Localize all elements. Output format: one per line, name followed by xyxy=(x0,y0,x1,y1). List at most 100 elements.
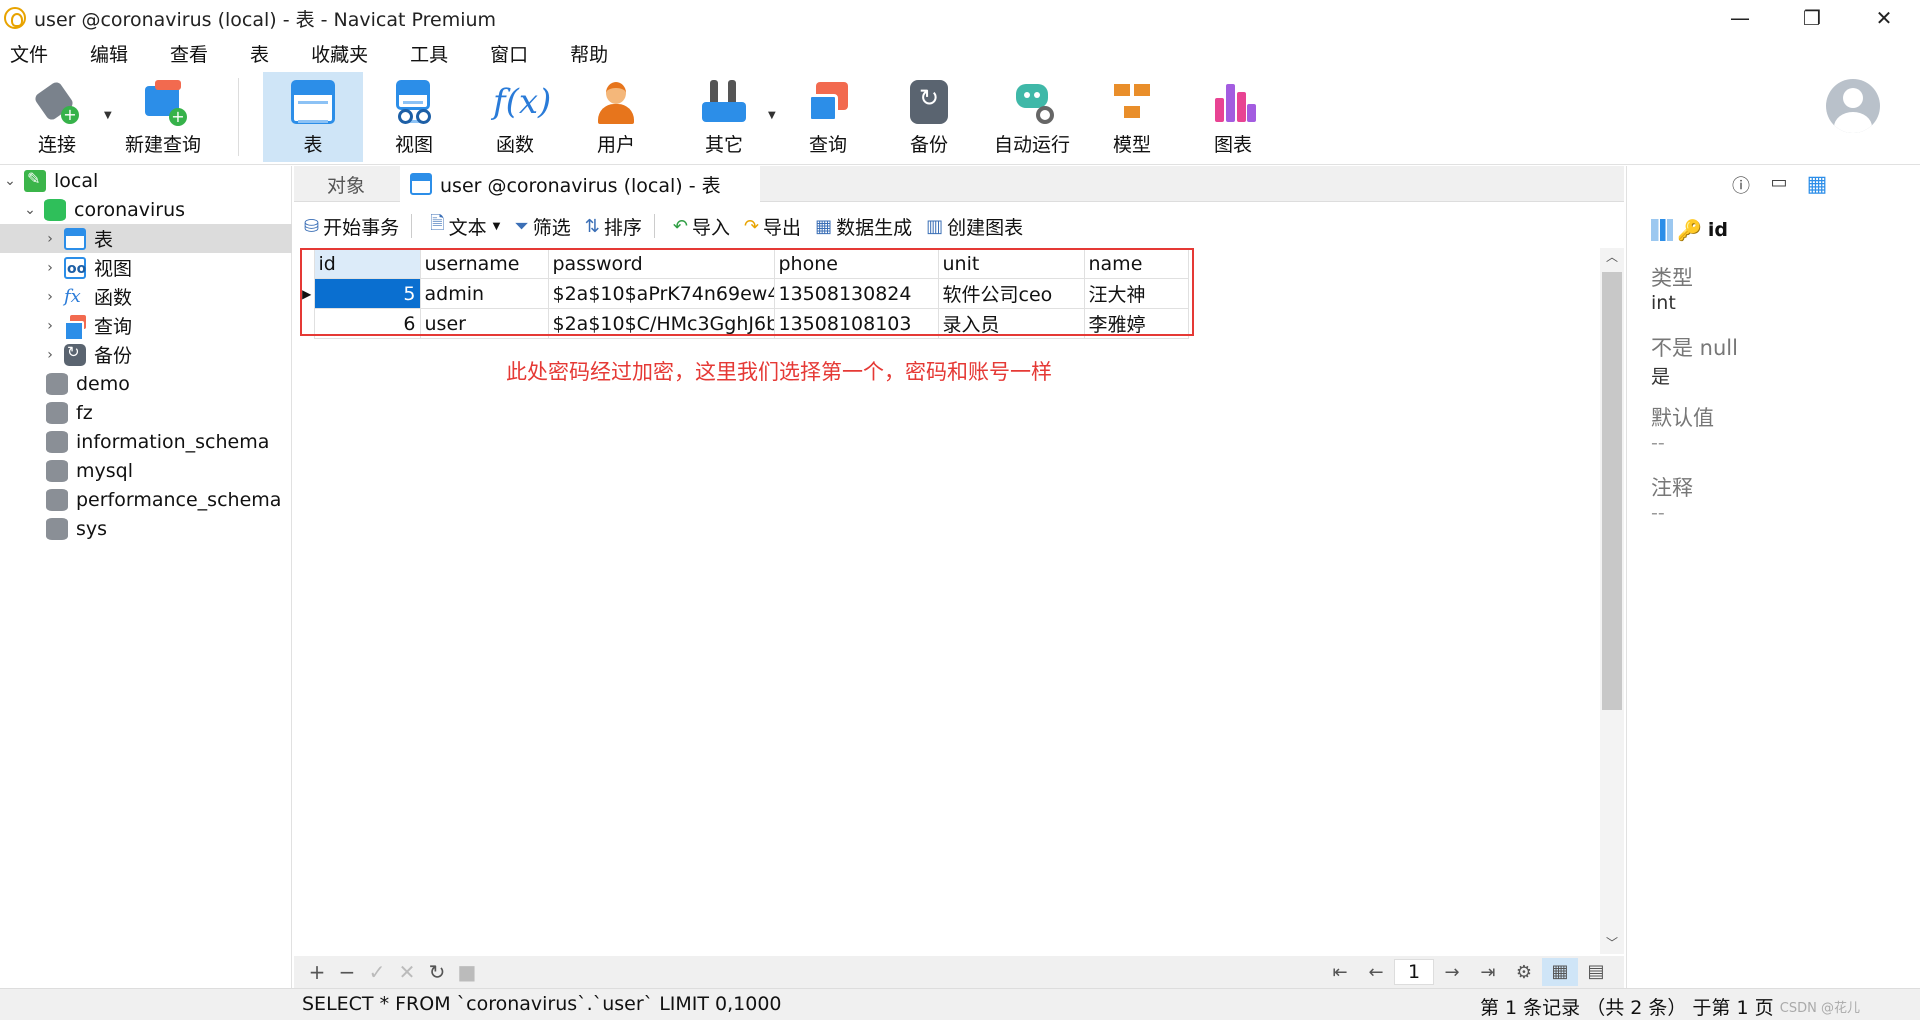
chevron-right-icon[interactable]: › xyxy=(42,231,58,247)
menu-favorites[interactable]: 收藏夹 xyxy=(301,40,368,67)
cell-password[interactable]: $2a$10$aPrK74n69ew4Sj xyxy=(547,278,775,309)
tree-connection-local[interactable]: ⌄ local xyxy=(0,166,292,195)
connect-button[interactable]: + 连接 ▼ xyxy=(14,72,112,162)
ddl-icon[interactable]: ▭ xyxy=(1765,172,1793,198)
cell-name[interactable]: 汪大神 xyxy=(1083,278,1189,309)
form-view-icon[interactable]: ▤ xyxy=(1578,958,1614,986)
page-number-field[interactable]: 1 xyxy=(1394,959,1434,985)
grid-view-icon[interactable]: ▦ xyxy=(1542,958,1578,986)
table-button[interactable]: 表 xyxy=(263,72,363,162)
backup-button[interactable]: 备份 xyxy=(889,72,969,162)
filter-button[interactable]: ⏷ 筛选 xyxy=(514,213,570,240)
cell-username[interactable]: user xyxy=(419,308,549,339)
menu-help[interactable]: 帮助 xyxy=(560,40,608,67)
tree-db-fz[interactable]: fz xyxy=(0,398,292,427)
column-header-phone[interactable]: phone xyxy=(773,248,939,279)
stop-button[interactable]: ■ xyxy=(452,960,482,984)
tree-item-views[interactable]: › 视图 xyxy=(0,253,292,282)
cell-phone[interactable]: 13508108103 xyxy=(773,308,939,339)
user-button[interactable]: 用户 xyxy=(576,72,656,162)
menu-table[interactable]: 表 xyxy=(240,40,269,67)
column-header-name[interactable]: name xyxy=(1083,248,1189,279)
other-dropdown-icon[interactable]: ▼ xyxy=(768,110,776,121)
tree-item-queries[interactable]: › 查询 xyxy=(0,311,292,341)
next-page-icon[interactable]: → xyxy=(1434,962,1470,983)
model-label: 模型 xyxy=(1112,134,1151,156)
user-avatar-icon[interactable] xyxy=(1826,79,1880,133)
last-page-icon[interactable]: ⇥ xyxy=(1470,962,1506,983)
cell-password[interactable]: $2a$10$C/HMc3GghJ6bC xyxy=(547,308,775,339)
minimize-button[interactable]: — xyxy=(1704,0,1776,36)
settings-gear-icon[interactable]: ⚙ xyxy=(1506,962,1542,983)
field-grid-icon[interactable]: ▦ xyxy=(1803,172,1831,198)
menu-view[interactable]: 查看 xyxy=(160,40,208,67)
text-button[interactable]: 🗎 文本 ▼ xyxy=(430,211,500,241)
tree-item-tables[interactable]: › 表 xyxy=(0,224,292,253)
other-button[interactable]: 其它 ▼ xyxy=(684,72,776,162)
chart-button[interactable]: 图表 xyxy=(1193,72,1273,162)
cell-id[interactable]: 5 xyxy=(313,278,421,309)
scroll-up-icon[interactable]: ︿ xyxy=(1600,248,1624,268)
delete-record-button[interactable]: − xyxy=(332,960,362,984)
close-button[interactable]: ✕ xyxy=(1848,0,1920,36)
column-header-username[interactable]: username xyxy=(419,248,549,279)
tree-db-mysql[interactable]: mysql xyxy=(0,456,292,485)
import-button[interactable]: ↶ 导入 xyxy=(673,213,730,240)
tree-db-sys[interactable]: sys xyxy=(0,514,292,543)
menu-tools[interactable]: 工具 xyxy=(400,40,448,67)
tree-db-information-schema[interactable]: information_schema xyxy=(0,427,292,456)
tree-db-demo[interactable]: demo xyxy=(0,369,292,398)
chevron-right-icon[interactable]: › xyxy=(42,289,58,305)
begin-transaction-button[interactable]: ⛁ 开始事务 xyxy=(304,213,399,240)
cell-unit[interactable]: 软件公司ceo xyxy=(937,278,1085,309)
data-generation-button[interactable]: ▦ 数据生成 xyxy=(815,213,912,240)
column-header-password[interactable]: password xyxy=(547,248,775,279)
info-icon[interactable]: ⓘ xyxy=(1727,172,1755,198)
model-button[interactable]: 模型 xyxy=(1092,72,1172,162)
autorun-button[interactable]: 自动运行 xyxy=(985,72,1079,162)
tree-db-coronavirus[interactable]: ⌄ coronavirus xyxy=(0,195,292,224)
query-button[interactable]: 查询 xyxy=(788,72,868,162)
sort-button[interactable]: ⇅ 排序 xyxy=(585,213,642,240)
chevron-right-icon[interactable]: › xyxy=(42,347,58,363)
scroll-down-icon[interactable]: ﹀ xyxy=(1600,934,1624,954)
table-row[interactable]: ▶ 5 admin $2a$10$aPrK74n69ew4Sj 13508130… xyxy=(300,278,1189,309)
view-button[interactable]: 视图 xyxy=(374,72,454,162)
export-button[interactable]: ↷ 导出 xyxy=(744,213,801,240)
function-button[interactable]: f(x) 函数 xyxy=(475,72,555,162)
refresh-button[interactable]: ↻ xyxy=(422,960,452,984)
cell-username[interactable]: admin xyxy=(419,278,549,309)
cell-id[interactable]: 6 xyxy=(313,308,421,339)
new-query-button[interactable]: + 新建查询 xyxy=(120,72,206,162)
field-info-panel: ⓘ ▭ ▦ 🔑 id 类型 int 不是 null 是 默认值 -- 注释 -- xyxy=(1626,166,1920,988)
tree-label: coronavirus xyxy=(74,198,186,221)
cell-phone[interactable]: 13508130824 xyxy=(773,278,939,309)
cell-name[interactable]: 李雅婷 xyxy=(1083,308,1189,339)
tree-db-performance-schema[interactable]: performance_schema xyxy=(0,485,292,514)
first-page-icon[interactable]: ⇤ xyxy=(1322,962,1358,983)
scroll-thumb[interactable] xyxy=(1602,272,1622,710)
apply-changes-button[interactable]: ✓ xyxy=(362,960,392,984)
chevron-down-icon[interactable]: ⌄ xyxy=(2,173,18,189)
cell-unit[interactable]: 录入员 xyxy=(937,308,1085,339)
add-record-button[interactable]: + xyxy=(302,960,332,984)
create-chart-button[interactable]: ▥ 创建图表 xyxy=(926,213,1023,240)
chevron-right-icon[interactable]: › xyxy=(42,260,58,276)
menu-window[interactable]: 窗口 xyxy=(480,40,528,67)
chevron-down-icon[interactable]: ⌄ xyxy=(22,202,38,218)
column-header-id[interactable]: id xyxy=(313,248,421,279)
previous-page-icon[interactable]: ← xyxy=(1358,962,1394,983)
tree-item-functions[interactable]: › fx 函数 xyxy=(0,282,292,311)
tree-item-backups[interactable]: › 备份 xyxy=(0,340,292,369)
menu-edit[interactable]: 编辑 xyxy=(80,40,128,67)
connect-dropdown-icon[interactable]: ▼ xyxy=(104,110,112,121)
column-header-unit[interactable]: unit xyxy=(937,248,1085,279)
tab-objects[interactable]: 对象 xyxy=(294,166,398,202)
tab-user-table[interactable]: user @coronavirus (local) - 表 xyxy=(400,166,760,202)
discard-changes-button[interactable]: ✕ xyxy=(392,960,422,984)
menu-file[interactable]: 文件 xyxy=(0,40,48,67)
restore-button[interactable]: ❐ xyxy=(1776,0,1848,36)
vertical-scrollbar[interactable]: ︿ ﹀ xyxy=(1600,248,1624,954)
table-row[interactable]: 6 user $2a$10$C/HMc3GghJ6bC 13508108103 … xyxy=(300,308,1189,339)
chevron-right-icon[interactable]: › xyxy=(42,318,58,334)
